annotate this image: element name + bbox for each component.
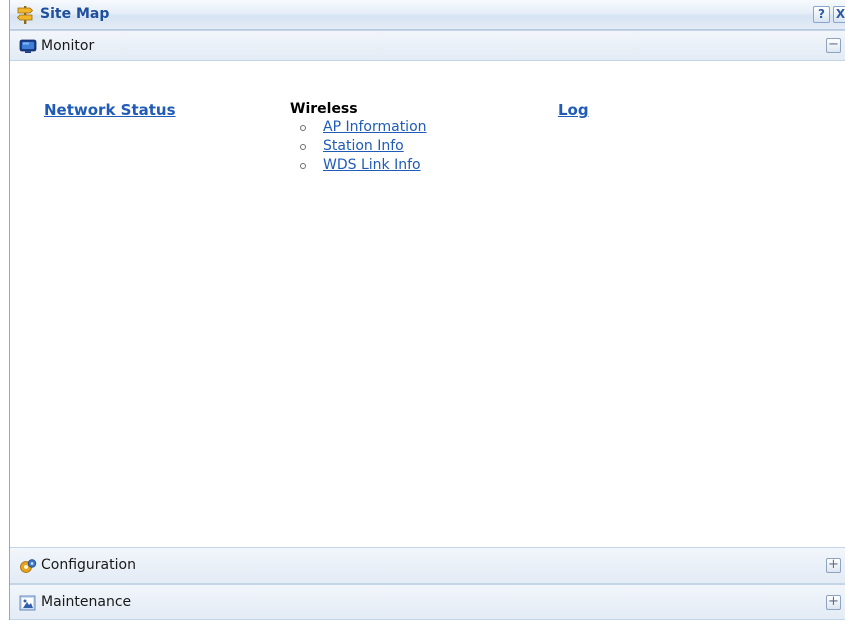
monitor-section-header[interactable]: Monitor − [10,30,845,61]
monitor-icon [19,38,37,54]
expand-maintenance-button[interactable]: + [826,595,841,610]
maintenance-section-header[interactable]: Maintenance + [10,584,845,620]
maintenance-icon [19,595,37,611]
list-item: AP Information [290,118,427,137]
bullet-icon [300,144,306,150]
configuration-section-header[interactable]: Configuration + [10,547,845,584]
monitor-section-label: Monitor [41,38,95,54]
maintenance-section-label: Maintenance [41,594,132,610]
wds-link-info-link[interactable]: WDS Link Info [323,157,421,173]
log-link[interactable]: Log [558,101,589,119]
signpost-icon [16,5,34,25]
wireless-links-list: AP Information Station Info WDS Link Inf… [290,118,427,175]
monitor-section-body: Network Status Wireless AP Information S… [10,61,845,547]
bullet-icon [300,163,306,169]
bullet-icon [300,125,306,131]
list-item: WDS Link Info [290,156,427,175]
title-bar: Site Map ? X [10,0,845,30]
wireless-column: Wireless AP Information Station Info WDS… [290,101,427,175]
wireless-heading: Wireless [290,101,358,117]
close-button[interactable]: X [833,6,845,23]
station-info-link[interactable]: Station Info [323,138,404,154]
gears-icon [19,558,37,574]
network-status-column: Network Status [44,101,176,119]
help-button[interactable]: ? [813,6,830,23]
window-title: Site Map [40,6,110,22]
list-item: Station Info [290,137,427,156]
collapse-monitor-button[interactable]: − [826,38,841,53]
site-map-window: Site Map ? X Monitor − Network Status Wi… [9,0,845,620]
expand-configuration-button[interactable]: + [826,558,841,573]
log-column: Log [558,101,589,119]
configuration-section-label: Configuration [41,557,136,573]
ap-information-link[interactable]: AP Information [323,119,427,135]
network-status-link[interactable]: Network Status [44,101,176,119]
